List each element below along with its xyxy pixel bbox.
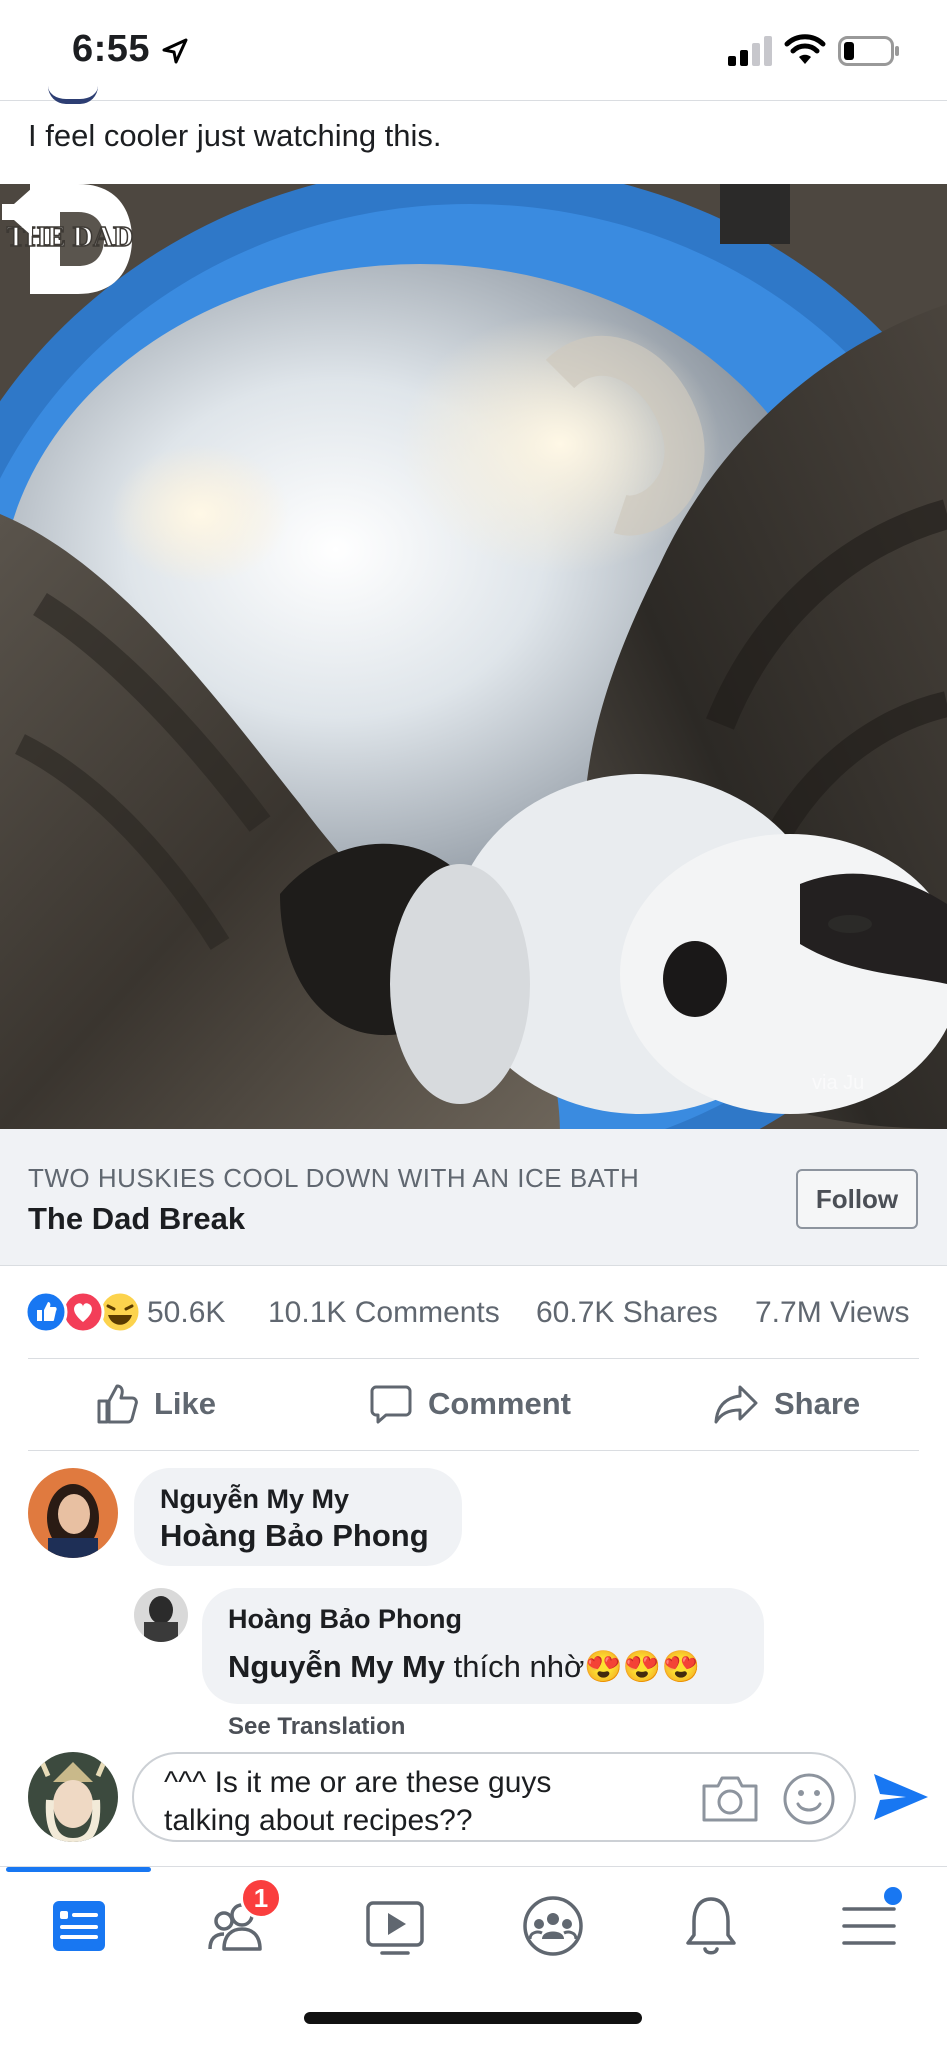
home-indicator — [304, 2012, 642, 2024]
video-frame — [0, 184, 947, 1129]
shares-count[interactable]: 60.7K Shares — [536, 1296, 718, 1330]
cellular-signal-icon — [728, 36, 772, 66]
avatar[interactable] — [134, 1588, 188, 1642]
avatar[interactable] — [28, 1752, 118, 1842]
page-avatar-partial — [48, 86, 98, 104]
comment-author[interactable]: Hoàng Bảo Phong — [228, 1604, 462, 1635]
comment-input-text[interactable]: ^^^ Is it me or are these guys talking a… — [164, 1764, 584, 1840]
camera-icon[interactable] — [700, 1774, 760, 1824]
like-button[interactable]: Like — [96, 1358, 216, 1450]
friend-requests-badge: 1 — [240, 1877, 282, 1919]
comment-bubble[interactable]: Nguyễn My My Hoàng Bảo Phong — [134, 1468, 462, 1566]
comment-button[interactable]: Comment — [370, 1358, 571, 1450]
status-time: 6:55 — [72, 28, 151, 70]
follow-button[interactable]: Follow — [796, 1169, 918, 1229]
status-bar: 6:55 — [0, 0, 947, 100]
reactions-count[interactable]: 50.6K — [147, 1296, 225, 1330]
menu-notification-dot — [884, 1887, 902, 1905]
post-stats: 50.6K 10.1K Comments 60.7K Shares 7.7M V… — [0, 1282, 947, 1346]
notifications-tab-icon[interactable] — [676, 1891, 746, 1961]
watch-tab-icon[interactable] — [360, 1891, 430, 1961]
video-attribution: TWO HUSKIES COOL DOWN WITH AN ICE BATH T… — [0, 1129, 947, 1266]
share-label: Share — [774, 1386, 861, 1421]
emoji-icon[interactable] — [782, 1772, 836, 1826]
avatar-image — [134, 1588, 188, 1642]
wifi-icon — [784, 34, 826, 64]
comment-mention[interactable]: Nguyễn My My — [228, 1649, 445, 1684]
battery-icon — [838, 36, 899, 66]
comment-text: Nguyễn My My thích nhờ😍😍😍 — [228, 1648, 700, 1685]
video-player[interactable]: THE DAD via Ju — [0, 184, 947, 1129]
comment-text: Hoàng Bảo Phong — [160, 1518, 429, 1553]
reaction-icons[interactable] — [26, 1290, 141, 1334]
views-count: 7.7M Views — [755, 1296, 910, 1329]
avatar-image — [28, 1468, 118, 1558]
video-credit: via Ju — [812, 1072, 865, 1094]
comment-bubble[interactable]: Hoàng Bảo Phong Nguyễn My My thích nhờ😍😍… — [202, 1588, 764, 1704]
comments-count[interactable]: 10.1K Comments — [268, 1296, 500, 1330]
actions-divider — [28, 1450, 919, 1451]
video-subtitle: TWO HUSKIES COOL DOWN WITH AN ICE BATH — [28, 1163, 640, 1193]
active-tab-indicator — [6, 1867, 151, 1872]
post-caption: I feel cooler just watching this. — [28, 118, 442, 153]
share-icon — [714, 1385, 758, 1424]
see-translation-link[interactable]: See Translation — [228, 1713, 405, 1741]
share-button[interactable]: Share — [714, 1358, 860, 1450]
groups-tab-icon[interactable] — [518, 1891, 588, 1961]
header-divider — [0, 100, 947, 101]
like-label: Like — [154, 1386, 217, 1421]
comment-author[interactable]: Nguyễn My My — [160, 1484, 349, 1515]
volume-muted-icon[interactable] — [0, 184, 62, 240]
location-arrow-icon — [162, 38, 188, 64]
comment-input[interactable]: ^^^ Is it me or are these guys talking a… — [132, 1752, 856, 1842]
like-icon — [97, 1384, 138, 1424]
avatar[interactable] — [28, 1468, 118, 1558]
post-actions: Like Comment Share — [0, 1358, 947, 1450]
page-name[interactable]: The Dad Break — [28, 1201, 245, 1237]
send-icon[interactable] — [872, 1770, 930, 1824]
comment-body: thích nhờ😍😍😍 — [445, 1649, 701, 1684]
news-feed-tab-icon[interactable] — [44, 1891, 114, 1961]
avatar-image — [28, 1752, 118, 1842]
comment-icon — [370, 1385, 412, 1424]
comment-label: Comment — [428, 1386, 571, 1421]
